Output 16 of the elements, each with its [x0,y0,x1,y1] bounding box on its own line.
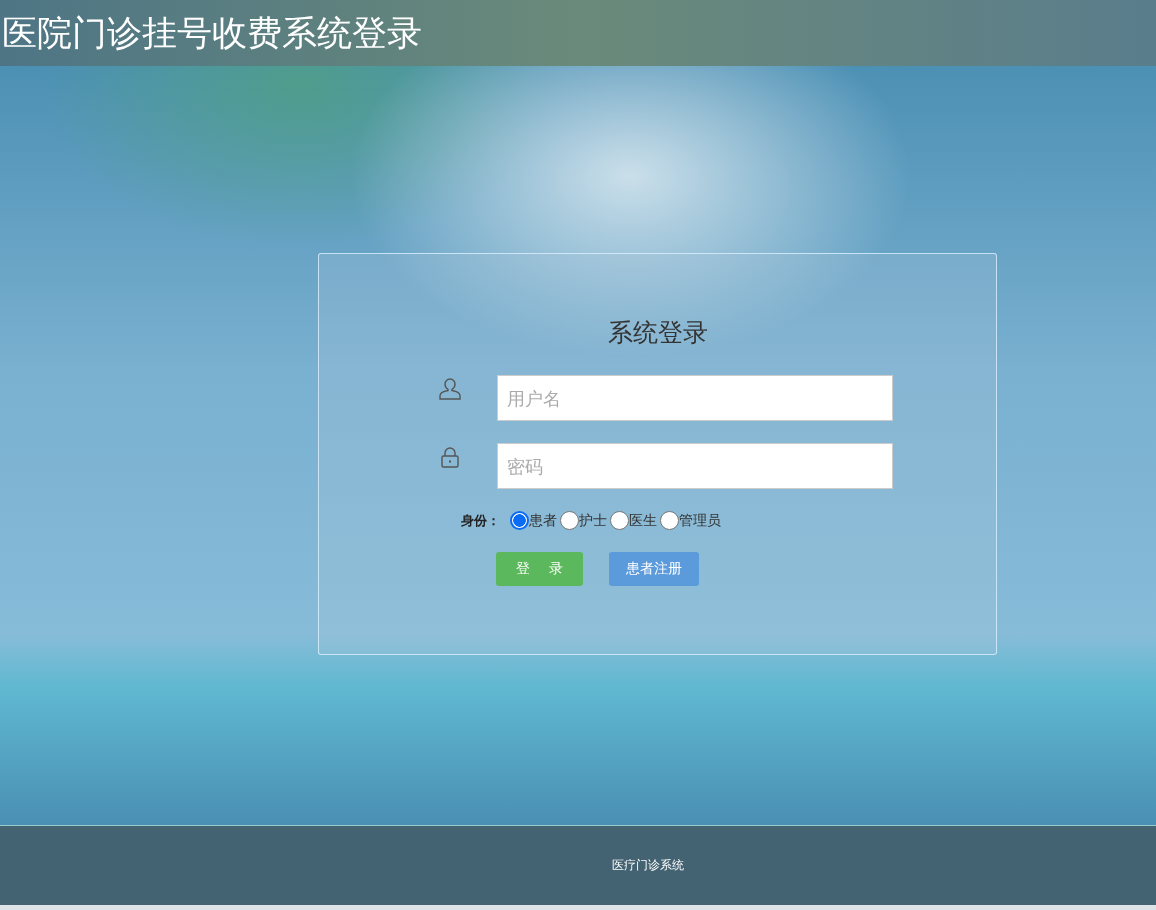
user-icon [438,377,462,401]
role-radio[interactable] [510,511,529,530]
lock-icon [438,445,462,469]
role-option-label[interactable]: 患者 [529,511,557,530]
role-option-label[interactable]: 管理员 [679,511,721,530]
footer-text: 医疗门诊系统 [612,857,684,874]
role-radio[interactable] [660,511,679,530]
role-label: 身份： [461,511,500,530]
role-radio[interactable] [560,511,579,530]
role-option-label[interactable]: 医生 [629,511,657,530]
username-field[interactable]: 用户名 [497,375,893,421]
password-field[interactable]: 密码 [497,443,893,489]
page-title: 医院门诊挂号收费系统登录 [1,11,422,55]
role-option-label[interactable]: 护士 [579,511,607,530]
role-radio[interactable] [610,511,629,530]
login-title: 系统登录 [607,317,708,349]
